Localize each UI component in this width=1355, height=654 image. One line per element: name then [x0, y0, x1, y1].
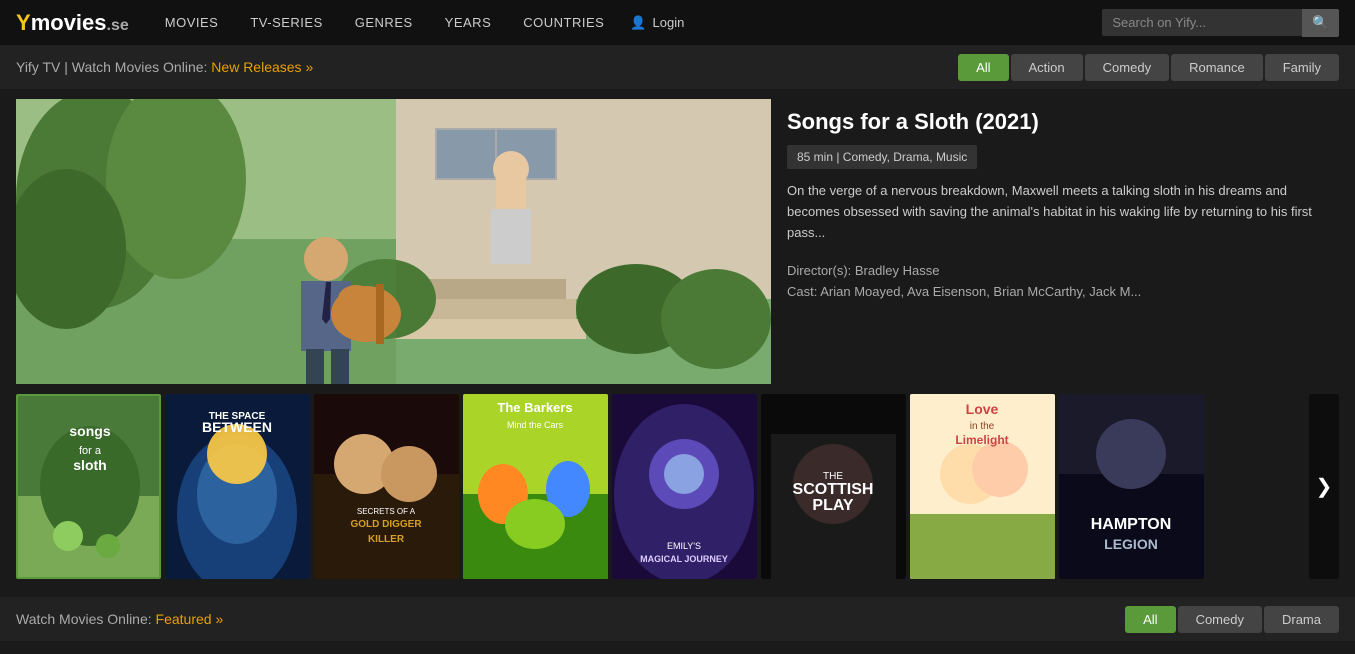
- nav-years[interactable]: YEARS: [429, 0, 508, 45]
- thumbnail-6[interactable]: THE SCOTTISH PLAY: [761, 394, 906, 579]
- thumbnail-4[interactable]: The Barkers Mind the Cars: [463, 394, 608, 579]
- search-box: 🔍: [1102, 9, 1339, 37]
- svg-text:GOLD DIGGER: GOLD DIGGER: [350, 519, 422, 530]
- svg-text:in the: in the: [970, 421, 995, 432]
- svg-text:sloth: sloth: [73, 457, 106, 473]
- featured-filter-drama[interactable]: Drama: [1264, 606, 1339, 633]
- logo-movies: movies: [31, 10, 107, 35]
- movie-title: Songs for a Sloth (2021): [787, 109, 1339, 135]
- filter-family[interactable]: Family: [1265, 54, 1339, 81]
- svg-text:MAGICAL JOURNEY: MAGICAL JOURNEY: [640, 554, 728, 564]
- new-releases-breadcrumb: Yify TV | Watch Movies Online: New Relea…: [16, 59, 313, 75]
- svg-text:LEGION: LEGION: [1104, 536, 1158, 552]
- svg-text:SECRETS OF A: SECRETS OF A: [357, 507, 416, 516]
- search-button[interactable]: 🔍: [1302, 9, 1339, 37]
- breadcrumb-link[interactable]: New Releases »: [211, 59, 313, 75]
- thumbnail-3[interactable]: SECRETS OF A GOLD DIGGER KILLER: [314, 394, 459, 579]
- movie-description: On the verge of a nervous breakdown, Max…: [787, 181, 1339, 243]
- svg-text:PLAY: PLAY: [812, 497, 854, 514]
- thumbnail-5[interactable]: EMILY'S MAGICAL JOURNEY: [612, 394, 757, 579]
- featured-section-bar: Watch Movies Online: Featured » All Come…: [0, 597, 1355, 641]
- search-input[interactable]: [1102, 9, 1302, 36]
- chevron-right-icon: ❯: [1316, 474, 1333, 499]
- movie-cast: Cast: Arian Moayed, Ava Eisenson, Brian …: [787, 284, 1339, 299]
- filter-action[interactable]: Action: [1011, 54, 1083, 81]
- svg-text:SCOTTISH: SCOTTISH: [793, 481, 874, 498]
- movie-director: Director(s): Bradley Hasse: [787, 263, 1339, 278]
- featured-breadcrumb: Watch Movies Online: Featured »: [16, 611, 223, 627]
- login-label: Login: [653, 15, 685, 30]
- svg-text:Limelight: Limelight: [955, 433, 1008, 447]
- logo-se: .se: [107, 17, 129, 34]
- filter-romance[interactable]: Romance: [1171, 54, 1263, 81]
- featured-breadcrumb-prefix: Watch Movies Online:: [16, 611, 152, 627]
- search-icon: 🔍: [1312, 15, 1329, 30]
- svg-text:songs: songs: [69, 423, 110, 439]
- login-button[interactable]: 👤 Login: [630, 15, 684, 31]
- movie-meta: 85 min | Comedy, Drama, Music: [787, 145, 977, 169]
- filter-all[interactable]: All: [958, 54, 1008, 81]
- logo-y: Y: [16, 10, 31, 35]
- featured-filter-all[interactable]: All: [1125, 606, 1175, 633]
- thumbnail-strip: songs for a sloth THE SPACE BETWEEN SECR…: [0, 394, 1355, 589]
- svg-text:for a: for a: [79, 445, 102, 457]
- nav-countries[interactable]: COUNTRIES: [507, 0, 620, 45]
- svg-text:Love: Love: [966, 401, 999, 417]
- nav-movies[interactable]: MOVIES: [149, 0, 235, 45]
- svg-text:Mind the Cars: Mind the Cars: [507, 420, 564, 430]
- featured-filters: All Comedy Drama: [1125, 606, 1339, 633]
- featured-filter-comedy[interactable]: Comedy: [1178, 606, 1262, 633]
- featured-image[interactable]: [16, 99, 771, 384]
- svg-text:HAMPTON: HAMPTON: [1091, 516, 1172, 533]
- thumbnail-1[interactable]: songs for a sloth: [16, 394, 161, 579]
- next-button[interactable]: ❯: [1309, 394, 1339, 579]
- svg-text:EMILY'S: EMILY'S: [667, 541, 701, 551]
- thumbnail-8[interactable]: HAMPTON LEGION: [1059, 394, 1204, 579]
- logo[interactable]: Ymovies.se: [16, 10, 129, 36]
- movie-info: Songs for a Sloth (2021) 85 min | Comedy…: [787, 99, 1339, 384]
- main-nav: MOVIES TV-SERIES GENRES YEARS COUNTRIES …: [149, 0, 685, 45]
- header: Ymovies.se MOVIES TV-SERIES GENRES YEARS…: [0, 0, 1355, 45]
- new-releases-filters: All Action Comedy Romance Family: [958, 54, 1339, 81]
- thumbnail-2[interactable]: THE SPACE BETWEEN: [165, 394, 310, 579]
- breadcrumb-prefix: Yify TV | Watch Movies Online:: [16, 59, 207, 75]
- filter-comedy[interactable]: Comedy: [1085, 54, 1169, 81]
- user-icon: 👤: [630, 15, 646, 31]
- svg-text:BETWEEN: BETWEEN: [202, 419, 272, 435]
- nav-genres[interactable]: GENRES: [339, 0, 429, 45]
- svg-text:The Barkers: The Barkers: [497, 400, 572, 415]
- nav-tv-series[interactable]: TV-SERIES: [234, 0, 338, 45]
- main-content: Songs for a Sloth (2021) 85 min | Comedy…: [0, 89, 1355, 394]
- thumbnail-7[interactable]: Love in the Limelight: [910, 394, 1055, 579]
- svg-text:KILLER: KILLER: [368, 534, 405, 545]
- featured-breadcrumb-link[interactable]: Featured »: [156, 611, 224, 627]
- new-releases-bar: Yify TV | Watch Movies Online: New Relea…: [0, 45, 1355, 89]
